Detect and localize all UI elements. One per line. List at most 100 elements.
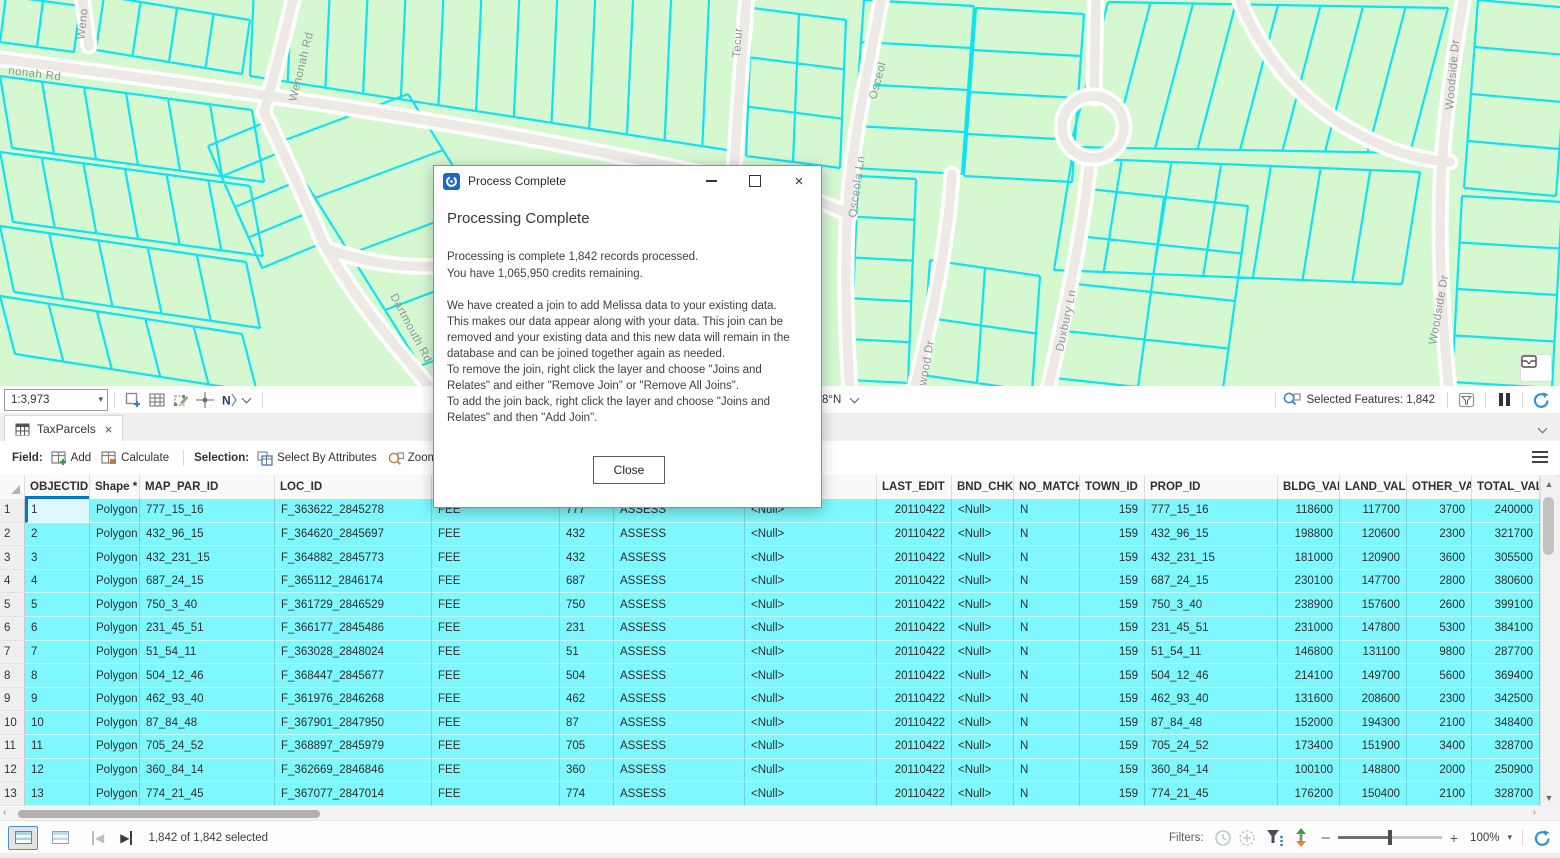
table-cell[interactable]: 504: [560, 664, 614, 688]
table-cell[interactable]: 20110422: [877, 759, 952, 783]
table-cell[interactable]: N: [1014, 641, 1080, 665]
table-cell[interactable]: 250900: [1472, 759, 1540, 783]
table-cell[interactable]: FEE: [432, 688, 560, 712]
table-cell[interactable]: F_361729_2846529: [275, 593, 432, 617]
table-cell[interactable]: <Null>: [952, 782, 1014, 806]
table-cell[interactable]: 208600: [1340, 688, 1407, 712]
table-cell[interactable]: <Null>: [745, 523, 877, 547]
row-number[interactable]: 9: [0, 688, 25, 712]
table-cell[interactable]: 159: [1080, 688, 1145, 712]
table-cell[interactable]: 152000: [1278, 711, 1340, 735]
row-number[interactable]: 1: [0, 499, 25, 523]
table-cell[interactable]: 462_93_40: [1145, 688, 1278, 712]
table-cell[interactable]: F_368447_2845677: [275, 664, 432, 688]
table-cell[interactable]: FEE: [432, 782, 560, 806]
map-coordinate-readout[interactable]: 8°N: [822, 386, 864, 413]
open-table-button[interactable]: [148, 391, 166, 409]
row-number[interactable]: 6: [0, 617, 25, 641]
table-cell[interactable]: N: [1014, 546, 1080, 570]
table-cell[interactable]: Polygon: [90, 570, 140, 594]
table-cell[interactable]: 117700: [1340, 499, 1407, 523]
table-cell[interactable]: Polygon: [90, 759, 140, 783]
zoom-in-button[interactable]: +: [1450, 830, 1458, 846]
table-cell[interactable]: 198800: [1278, 523, 1340, 547]
table-cell[interactable]: Polygon: [90, 499, 140, 523]
table-cell[interactable]: <Null>: [745, 641, 877, 665]
table-cell[interactable]: 20110422: [877, 523, 952, 547]
table-cell[interactable]: 2300: [1407, 523, 1472, 547]
table-cell[interactable]: 159: [1080, 782, 1145, 806]
table-cell[interactable]: 20110422: [877, 664, 952, 688]
table-cell[interactable]: N: [1014, 711, 1080, 735]
table-cell[interactable]: 750: [560, 593, 614, 617]
table-cell[interactable]: 3400: [1407, 735, 1472, 759]
table-cell[interactable]: 305500: [1472, 546, 1540, 570]
table-cell[interactable]: 777_15_16: [1145, 499, 1278, 523]
table-cell[interactable]: 51_54_11: [1145, 641, 1278, 665]
clear-selection-icon[interactable]: [1458, 392, 1475, 408]
table-cell[interactable]: 777_15_16: [140, 499, 275, 523]
table-cell[interactable]: 399100: [1472, 593, 1540, 617]
table-cell[interactable]: 462: [560, 688, 614, 712]
table-cell[interactable]: Polygon: [90, 735, 140, 759]
column-header[interactable]: TOWN_ID: [1080, 475, 1145, 499]
table-cell[interactable]: 20110422: [877, 641, 952, 665]
table-cell[interactable]: 20110422: [877, 735, 952, 759]
table-cell[interactable]: N: [1014, 593, 1080, 617]
table-cell[interactable]: 432: [560, 523, 614, 547]
table-cell[interactable]: 20110422: [877, 546, 952, 570]
table-cell[interactable]: F_363622_2845278: [275, 499, 432, 523]
table-cell[interactable]: ASSESS: [614, 664, 745, 688]
range-filter-icon[interactable]: [1238, 829, 1256, 847]
table-cell[interactable]: Polygon: [90, 523, 140, 547]
table-cell[interactable]: 9: [25, 688, 90, 712]
column-header[interactable]: PROP_ID: [1145, 475, 1278, 499]
north-arrow-button[interactable]: N: [220, 391, 238, 409]
table-cell[interactable]: ASSESS: [614, 617, 745, 641]
table-cell[interactable]: ASSESS: [614, 641, 745, 665]
table-cell[interactable]: 2100: [1407, 782, 1472, 806]
zoom-out-button[interactable]: –: [1322, 829, 1330, 846]
table-cell[interactable]: 3700: [1407, 499, 1472, 523]
table-cell[interactable]: 13: [25, 782, 90, 806]
go-to-first-record-button[interactable]: ◀: [92, 831, 104, 845]
chevron-down-icon[interactable]: [242, 393, 252, 403]
scroll-up-icon[interactable]: ▲: [1541, 479, 1557, 489]
table-cell[interactable]: 687: [560, 570, 614, 594]
table-cell[interactable]: 11: [25, 735, 90, 759]
table-cell[interactable]: <Null>: [745, 688, 877, 712]
table-cell[interactable]: 750_3_40: [1145, 593, 1278, 617]
table-cell[interactable]: F_362669_2846846: [275, 759, 432, 783]
table-cell[interactable]: ASSESS: [614, 570, 745, 594]
row-number[interactable]: 5: [0, 593, 25, 617]
table-cell[interactable]: 87_84_48: [1145, 711, 1278, 735]
table-cell[interactable]: 159: [1080, 664, 1145, 688]
table-row[interactable]: 1111Polygon705_24_52F_368897_2845979FEE7…: [0, 735, 1540, 759]
table-cell[interactable]: 774: [560, 782, 614, 806]
add-field-button[interactable]: Add: [51, 451, 91, 465]
table-cell[interactable]: N: [1014, 570, 1080, 594]
table-cell[interactable]: F_364882_2845773: [275, 546, 432, 570]
table-cell[interactable]: 12: [25, 759, 90, 783]
table-row[interactable]: 99Polygon462_93_40F_361976_2846268FEE462…: [0, 688, 1540, 712]
table-cell[interactable]: 360: [560, 759, 614, 783]
table-cell[interactable]: 432: [560, 546, 614, 570]
table-cell[interactable]: <Null>: [952, 523, 1014, 547]
table-row[interactable]: 77Polygon51_54_11F_363028_2848024FEE51AS…: [0, 641, 1540, 665]
table-cell[interactable]: F_363028_2848024: [275, 641, 432, 665]
table-cell[interactable]: F_365112_2846174: [275, 570, 432, 594]
table-cell[interactable]: 87: [560, 711, 614, 735]
zoom-slider[interactable]: [1338, 836, 1442, 839]
table-menu-button[interactable]: [1532, 451, 1548, 464]
table-cell[interactable]: <Null>: [952, 499, 1014, 523]
table-cell[interactable]: 774_21_45: [1145, 782, 1278, 806]
column-header[interactable]: OTHER_VAL: [1407, 475, 1472, 499]
table-cell[interactable]: 8: [25, 664, 90, 688]
table-cell[interactable]: 159: [1080, 617, 1145, 641]
table-cell[interactable]: 231: [560, 617, 614, 641]
table-cell[interactable]: F_367077_2847014: [275, 782, 432, 806]
horizontal-scroll-thumb[interactable]: [18, 810, 320, 818]
table-cell[interactable]: Polygon: [90, 711, 140, 735]
table-cell[interactable]: 231000: [1278, 617, 1340, 641]
table-cell[interactable]: 159: [1080, 523, 1145, 547]
